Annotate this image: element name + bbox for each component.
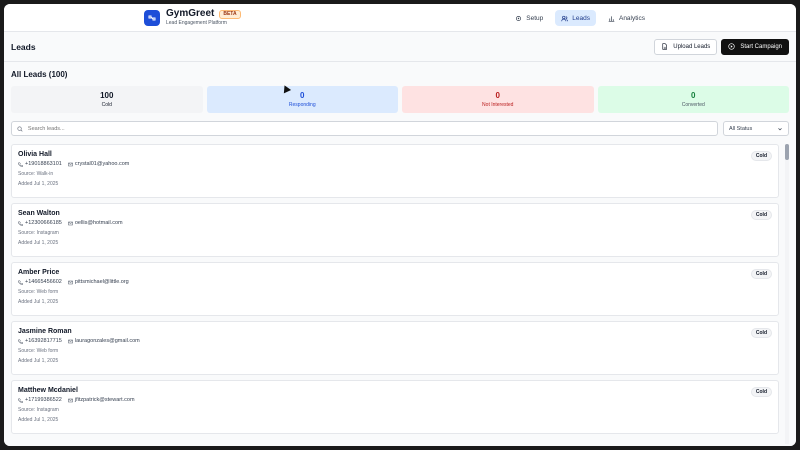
lead-card[interactable]: Olivia Hall +19018863101 crystal01@yahoo… [11, 144, 779, 198]
mail-icon [68, 398, 73, 402]
upload-leads-label: Upload Leads [673, 43, 711, 50]
search-icon [17, 125, 23, 132]
stat-label: Responding [288, 102, 316, 108]
upload-leads-button[interactable]: Upload Leads [654, 38, 718, 55]
phone-icon [18, 162, 23, 167]
app-window: GymGreet BETA Lead Engagement Platform S… [4, 4, 796, 446]
lead-added-date: Added Jul 1, 2025 [18, 240, 59, 246]
lead-card[interactable]: Jasmine Roman +16392817715 lauragonzales… [11, 321, 779, 375]
mail-icon [68, 221, 73, 225]
nav-leads[interactable]: Leads [555, 10, 596, 26]
status-filter-value: All Status [729, 125, 753, 132]
lead-phone[interactable]: +12300666185 [25, 220, 62, 226]
nav-setup[interactable]: Setup [509, 10, 549, 26]
main-content: All Leads (100) 100 Cold 0 Responding 0 … [4, 62, 796, 446]
lead-phone[interactable]: +14665456602 [25, 279, 62, 285]
stat-label: Cold [101, 102, 112, 108]
beta-badge: BETA [219, 9, 241, 19]
nav-analytics-label: Analytics [618, 14, 645, 22]
lead-name: Amber Price [18, 269, 60, 276]
status-badge: Cold [750, 210, 772, 220]
play-circle-icon [728, 43, 735, 50]
search-input[interactable] [27, 125, 712, 132]
chevron-down-icon [778, 127, 782, 130]
lead-source: Source: Instagram [18, 230, 59, 236]
lead-email[interactable]: jfitzpatrick@stewart.com [75, 397, 135, 403]
status-badge: Cold [750, 328, 772, 338]
stat-cold[interactable]: 100 Cold [11, 86, 203, 113]
lead-added-date: Added Jul 1, 2025 [18, 299, 59, 305]
status-badge: Cold [750, 151, 772, 161]
scrollbar-thumb[interactable] [785, 144, 789, 160]
lead-source: Source: Walk-in [18, 171, 54, 177]
phone-icon [18, 221, 23, 226]
page-title: Leads [11, 41, 36, 52]
stat-converted[interactable]: 0 Converted [597, 86, 789, 113]
lead-phone[interactable]: +16392817715 [25, 338, 62, 344]
lead-phone[interactable]: +19018863101 [25, 161, 62, 167]
lead-name: Olivia Hall [18, 151, 52, 158]
status-badge: Cold [750, 387, 772, 397]
page-header: Leads Upload Leads Start Campaign [4, 32, 796, 62]
filters-row: All Status [11, 121, 789, 136]
stat-label: Not Interested [482, 102, 514, 108]
mail-icon [68, 162, 73, 166]
lead-email[interactable]: pittsmichael@little.org [75, 279, 129, 285]
app-subtitle: Lead Engagement Platform [166, 20, 227, 26]
lead-added-date: Added Jul 1, 2025 [18, 181, 59, 187]
phone-icon [18, 339, 23, 344]
lead-added-date: Added Jul 1, 2025 [18, 358, 59, 364]
start-campaign-button[interactable]: Start Campaign [721, 38, 789, 55]
phone-icon [18, 398, 23, 403]
bar-chart-icon [608, 15, 615, 22]
lead-name: Matthew Mcdaniel [18, 387, 78, 394]
logo-icon [144, 9, 160, 26]
lead-name: Sean Walton [18, 210, 60, 217]
users-icon [561, 15, 569, 21]
status-filter-select[interactable]: All Status [723, 121, 789, 136]
gear-icon [516, 15, 522, 21]
lead-email[interactable]: lauragonzales@gmail.com [75, 338, 140, 344]
status-badge: Cold [750, 269, 772, 279]
lead-email[interactable]: oellis@hotmail.com [75, 220, 123, 226]
stat-value: 0 [495, 91, 500, 100]
app-name: GymGreet [166, 8, 215, 19]
mail-icon [68, 280, 73, 284]
search-box[interactable] [11, 121, 718, 136]
stat-value: 0 [300, 91, 305, 100]
leads-count-title: All Leads (100) [11, 70, 68, 79]
brand[interactable]: GymGreet BETA Lead Engagement Platform [144, 9, 241, 26]
mail-icon [68, 339, 73, 343]
stat-label: Converted [681, 102, 705, 108]
lead-email[interactable]: crystal01@yahoo.com [75, 161, 130, 167]
lead-source: Source: Instagram [18, 407, 59, 413]
stat-not-interested[interactable]: 0 Not Interested [402, 86, 594, 113]
stats-row: 100 Cold 0 Responding 0 Not Interested 0… [11, 86, 789, 113]
lead-phone[interactable]: +17199386522 [25, 397, 62, 403]
list-scrollbar[interactable] [785, 144, 789, 444]
start-campaign-label: Start Campaign [740, 43, 782, 50]
file-icon [662, 43, 668, 50]
stat-value: 100 [100, 91, 114, 100]
lead-card[interactable]: Amber Price +14665456602 pittsmichael@li… [11, 262, 779, 316]
lead-source: Source: Web form [18, 289, 59, 295]
nav-setup-label: Setup [526, 14, 544, 22]
lead-added-date: Added Jul 1, 2025 [18, 417, 59, 423]
stat-value: 0 [691, 91, 696, 100]
lead-card[interactable]: Matthew Mcdaniel +17199386522 jfitzpatri… [11, 380, 779, 434]
stat-responding[interactable]: 0 Responding [206, 86, 398, 113]
nav-leads-label: Leads [572, 14, 590, 22]
top-bar: GymGreet BETA Lead Engagement Platform S… [4, 4, 796, 32]
lead-name: Jasmine Roman [18, 328, 72, 335]
lead-card[interactable]: Sean Walton +12300666185 oellis@hotmail.… [11, 203, 779, 257]
main-nav: Setup Leads Analytics [509, 10, 651, 26]
phone-icon [18, 280, 23, 285]
leads-list[interactable]: Olivia Hall +19018863101 crystal01@yahoo… [11, 144, 789, 444]
lead-source: Source: Web form [18, 348, 59, 354]
nav-analytics[interactable]: Analytics [602, 10, 651, 26]
